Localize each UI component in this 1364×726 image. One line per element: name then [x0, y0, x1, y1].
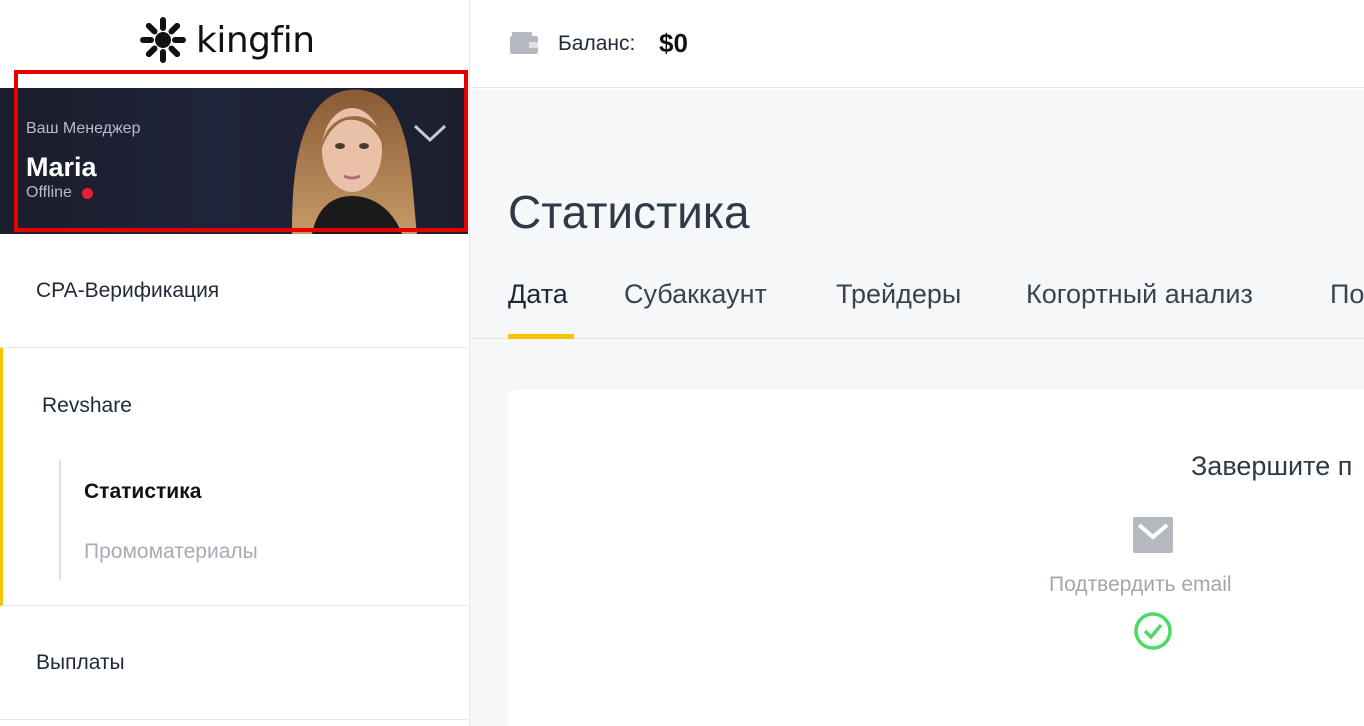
- sidebar-item-revshare[interactable]: Revshare: [42, 394, 132, 418]
- mail-icon: [1133, 517, 1173, 553]
- top-header: Баланс: $0: [470, 0, 1364, 88]
- tab-subaccount[interactable]: Субаккаунт: [624, 279, 767, 310]
- manager-name: Maria: [26, 152, 97, 182]
- submenu-divider: [59, 460, 61, 580]
- sidebar-item-label: Выплаты: [36, 650, 125, 674]
- kingfin-logo-icon: [140, 17, 186, 63]
- status-dot-icon: [81, 187, 93, 199]
- manager-caption: Ваш Менеджер: [26, 120, 141, 137]
- main-content: Статистика Дата Субаккаунт Трейдеры Кого…: [470, 89, 1364, 726]
- page-title: Статистика: [508, 186, 750, 238]
- balance-value: $0: [659, 28, 688, 58]
- chevron-down-icon[interactable]: [412, 118, 448, 148]
- tab-more[interactable]: По: [1330, 279, 1364, 310]
- logo[interactable]: kingfin: [138, 14, 315, 66]
- tab-date[interactable]: Дата: [508, 279, 568, 310]
- manager-status: Offline: [26, 184, 93, 202]
- sidebar-item-payouts[interactable]: Выплаты: [0, 606, 468, 720]
- manager-avatar: [292, 89, 417, 234]
- logo-text: kingfin: [196, 19, 315, 61]
- onboarding-card: Завершите п Подтвердить email: [508, 389, 1364, 726]
- sidebar: kingfin Ваш Менеджер Maria Offline CPA-В…: [0, 0, 470, 726]
- sidebar-subitem-promo[interactable]: Промоматериалы: [84, 540, 258, 564]
- sidebar-item-cpa[interactable]: CPA-Верификация: [0, 234, 468, 348]
- tab-cohort[interactable]: Когортный анализ: [1026, 279, 1253, 310]
- balance-label: Баланс:: [558, 32, 636, 55]
- manager-status-text: Offline: [26, 184, 72, 201]
- manager-card[interactable]: Ваш Менеджер Maria Offline: [0, 88, 468, 234]
- tab-active-indicator: [508, 334, 574, 339]
- sidebar-item-label: CPA-Верификация: [36, 278, 220, 302]
- card-title: Завершите п: [1191, 451, 1353, 481]
- confirm-email-link[interactable]: Подтвердить email: [1049, 573, 1232, 597]
- check-circle-icon: [1134, 612, 1172, 650]
- tab-bar: Дата Субаккаунт Трейдеры Когортный анали…: [470, 259, 1364, 339]
- tab-traders[interactable]: Трейдеры: [836, 279, 961, 310]
- sidebar-subitem-statistics[interactable]: Статистика: [84, 480, 201, 504]
- sidebar-group-revshare: Revshare Статистика Промоматериалы: [0, 348, 468, 606]
- wallet-icon: [510, 32, 538, 54]
